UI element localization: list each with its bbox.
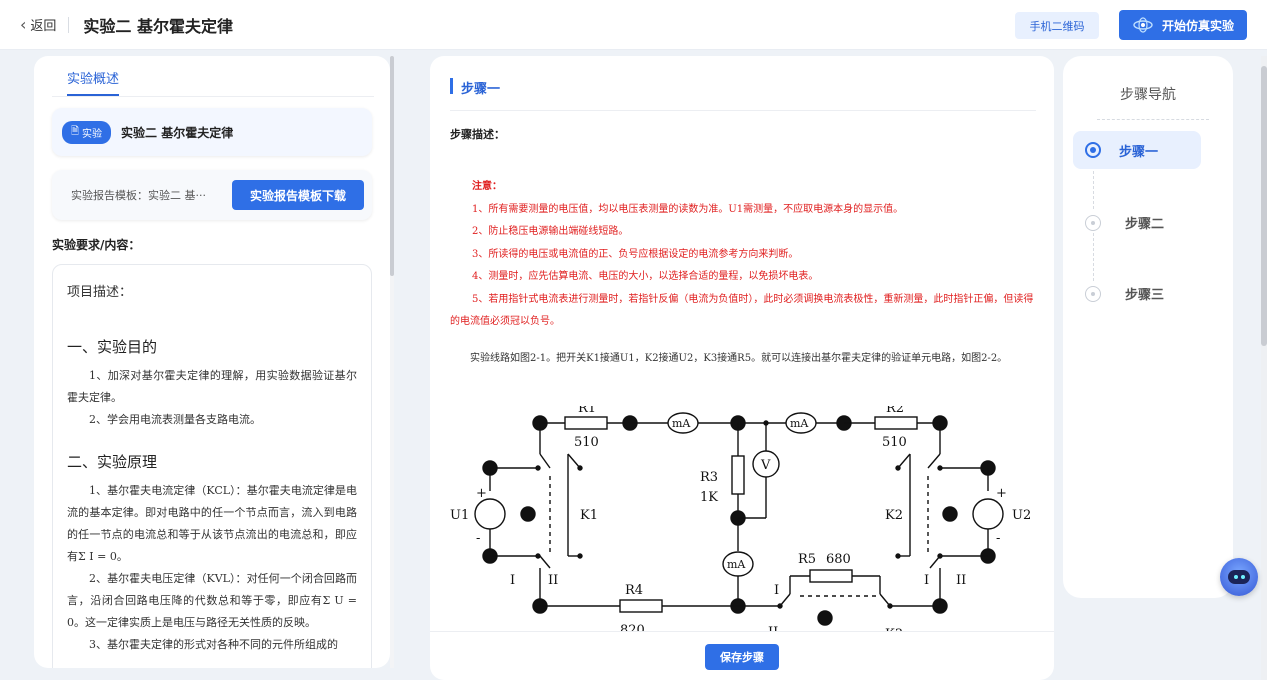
notice-item-4: 4、测量时，应先估算电流、电压的大小，以选择合适的量程，以免损坏电表。 xyxy=(472,271,819,282)
circuit-label-U1-minus: - xyxy=(476,531,480,546)
header-divider xyxy=(68,16,70,33)
principle-paragraph-3: 3、基尔霍夫定律的形式对各种不同的元件所组成的 xyxy=(89,638,338,651)
nav-connector xyxy=(1093,171,1094,209)
notice-item-1: 1、所有需要测量的电压值，均以电压表测量的读数为准。U1需测量，不应取电源本身的… xyxy=(472,203,904,215)
nav-step-1[interactable]: 步骤一 xyxy=(1073,131,1201,169)
purpose-paragraph-1: 1、加深对基尔霍夫定律的理解，用实验数据验证基尔霍夫定律。 xyxy=(67,369,357,404)
requirements-label: 实验要求/内容： xyxy=(52,238,141,252)
overview-panel: 实验概述 🗎 实验 实验二 基尔霍夫定律 实验报告模板：实验二 基··· 实验报… xyxy=(34,56,390,668)
ai-assistant-icon[interactable] xyxy=(1220,558,1258,596)
start-simulation-button[interactable]: 开始仿真实验 xyxy=(1119,10,1247,40)
document-icon: 🗎 xyxy=(71,125,80,137)
radio-selected-icon xyxy=(1085,142,1101,158)
circuit-label-K2-I: I xyxy=(924,573,929,588)
qr-code-button[interactable]: 手机二维码 xyxy=(1015,12,1099,39)
page-title: 实验二 基尔霍夫定律 xyxy=(83,16,233,36)
circuit-label-U1: U1 xyxy=(450,508,469,523)
circuit-label-K1: K1 xyxy=(580,508,598,523)
back-label: 返回 xyxy=(30,19,57,34)
circuit-label-K1-II: II xyxy=(548,573,558,588)
step-title: 步骤一 xyxy=(461,82,501,97)
download-template-button[interactable]: 实验报告模板下载 xyxy=(232,180,364,210)
experiment-badge-label: 实验 xyxy=(82,128,103,140)
nav-step-1-label: 步骤一 xyxy=(1119,144,1159,160)
experiment-card[interactable]: 🗎 实验 实验二 基尔霍夫定律 xyxy=(52,108,372,156)
page-scrollbar[interactable] xyxy=(1261,56,1267,680)
save-divider xyxy=(430,631,1054,632)
report-template-card: 实验报告模板：实验二 基··· 实验报告模板下载 xyxy=(52,170,372,220)
left-scrollbar[interactable] xyxy=(390,56,394,668)
simulation-icon xyxy=(1133,17,1153,33)
circuit-label-K3-I: I xyxy=(774,583,779,598)
circuit-label-U2-minus: - xyxy=(996,531,1000,546)
tab-divider xyxy=(52,96,374,97)
chevron-left-icon: ‹ xyxy=(20,15,27,34)
principle-paragraph-1: 1、基尔霍夫电流定律（KCL）：基尔霍夫电流定律是电流的基本定律。即对电路中的任… xyxy=(67,484,357,563)
circuit-label-U2: U2 xyxy=(1012,508,1031,523)
circuit-intro: 实验线路如图2-1。把开关K1接通U1，K2接通U2，K3接通R5。就可以连接出… xyxy=(470,353,1008,364)
notice-item-3: 3、所读得的电压或电流值的正、负号应根据设定的电流参考方向来判断。 xyxy=(472,248,799,260)
radio-unselected-icon xyxy=(1085,214,1101,231)
left-scrollbar-thumb[interactable] xyxy=(390,56,394,276)
circuit-label-R5-value: 680 xyxy=(826,552,851,567)
step-panel: 步骤一 步骤描述： 注意： 1、所有需要测量的电压值，均以电压表测量的读数为准。… xyxy=(430,56,1054,680)
notice-item-5: 5、若用指针式电流表进行测量时，若指针反偏（电流为负值时），此时必须调换电流表极… xyxy=(450,293,1034,328)
step-navigation-panel: 步骤导航 步骤一 步骤二 步骤三 xyxy=(1063,56,1233,598)
nav-connector xyxy=(1093,233,1094,281)
circuit-label-R3-value: 1K xyxy=(700,490,718,505)
circuit-label-voltmeter: V xyxy=(760,458,771,473)
purpose-paragraph-2: 2、学会用电流表测量各支路电流。 xyxy=(89,413,261,426)
circuit-label-R3: R3 xyxy=(700,470,718,485)
notice-item-2: 2、防止稳压电源输出端碰线短路。 xyxy=(472,226,629,237)
nav-step-2[interactable]: 步骤二 xyxy=(1085,213,1164,232)
circuit-label-ammeter-1: mA xyxy=(672,417,691,430)
notice-title: 注意： xyxy=(472,181,502,192)
nav-step-2-label: 步骤二 xyxy=(1125,217,1165,232)
section-purpose-title: 一、实验目的 xyxy=(67,338,158,356)
notice-block: 注意： 1、所有需要测量的电压值，均以电压表测量的读数为准。U1需测量，不应取电… xyxy=(450,176,1040,334)
requirements-content: 项目描述： 一、实验目的 1、加深对基尔霍夫定律的理解，用实验数据验证基尔霍夫定… xyxy=(52,264,372,668)
save-step-button[interactable]: 保存步骤 xyxy=(705,644,779,670)
step-description-label: 步骤描述： xyxy=(450,128,505,141)
circuit-label-R4: R4 xyxy=(625,583,643,598)
circuit-label-ammeter-3: mA xyxy=(727,558,746,571)
circuit-label-K1-I: I xyxy=(510,573,515,588)
top-header: ‹ 返回 实验二 基尔霍夫定律 手机二维码 开始仿真实验 xyxy=(0,0,1267,50)
principle-paragraph-2: 2、基尔霍夫电压定律（KVL）：对任何一个闭合回路而言，沿闭合回路电压降的代数总… xyxy=(67,572,357,629)
experiment-name: 实验二 基尔霍夫定律 xyxy=(121,125,234,140)
nav-step-3[interactable]: 步骤三 xyxy=(1085,284,1164,303)
circuit-label-R2: R2 xyxy=(886,406,904,416)
nav-step-3-label: 步骤三 xyxy=(1125,288,1165,303)
circuit-diagram: R1 510 R2 510 R3 1K R4 820 R5 680 U1 U2 … xyxy=(450,406,1040,632)
start-simulation-label: 开始仿真实验 xyxy=(1161,18,1234,33)
page-scrollbar-thumb[interactable] xyxy=(1261,66,1267,346)
circuit-label-U1-plus: + xyxy=(476,486,487,501)
circuit-label-K2-II: II xyxy=(956,573,966,588)
section-principle-title: 二、实验原理 xyxy=(67,453,158,471)
step-navigation-title: 步骤导航 xyxy=(1120,87,1176,103)
step-navigation-divider xyxy=(1097,119,1209,120)
back-button[interactable]: ‹ 返回 xyxy=(20,15,56,34)
circuit-label-ammeter-2: mA xyxy=(790,417,809,430)
project-description-label: 项目描述： xyxy=(67,285,133,300)
step-title-accent xyxy=(450,78,453,94)
circuit-label-K2: K2 xyxy=(885,508,903,523)
circuit-label-R5: R5 xyxy=(798,552,816,567)
circuit-label-R2-value: 510 xyxy=(882,435,907,450)
radio-unselected-icon xyxy=(1085,285,1101,302)
circuit-label-U2-plus: + xyxy=(996,486,1007,501)
circuit-label-R1: R1 xyxy=(578,406,596,416)
experiment-badge: 🗎 实验 xyxy=(62,120,112,144)
tab-overview[interactable]: 实验概述 xyxy=(67,68,119,87)
circuit-label-R1-value: 510 xyxy=(574,435,599,450)
report-template-text: 实验报告模板：实验二 基··· xyxy=(71,189,206,202)
step-divider xyxy=(450,110,1036,111)
